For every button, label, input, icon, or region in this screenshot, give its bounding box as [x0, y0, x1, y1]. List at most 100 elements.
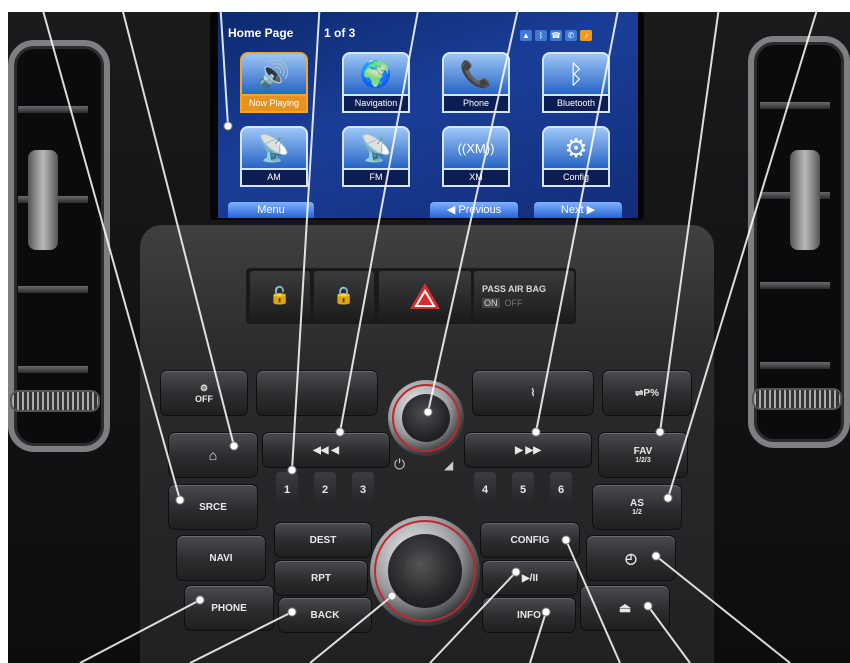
tile-config[interactable]: ⚙ Config	[542, 126, 610, 190]
info-button[interactable]: INFO	[482, 597, 576, 633]
preset-button-6[interactable]: 6	[550, 472, 572, 508]
home-button[interactable]: ⌂	[168, 432, 258, 478]
preset-button-3[interactable]: 3	[352, 472, 374, 508]
seek-forward-button[interactable]: ▶ ▶▶	[464, 432, 592, 468]
phone-status-icon: ☎	[550, 30, 562, 41]
lock-button[interactable]: 🔒	[314, 271, 374, 321]
arrow-right-icon: ▶	[583, 204, 596, 216]
tile-navigation[interactable]: 🌍 Navigation	[342, 52, 410, 116]
fav-label: FAV	[633, 446, 653, 457]
park-assist-button[interactable]: ⇌ P%	[602, 370, 692, 416]
as-sub-label: 1/2	[632, 509, 642, 516]
preset-button-2[interactable]: 2	[314, 472, 336, 508]
eject-button[interactable]: ⏏	[580, 585, 670, 631]
tile-label: XM	[442, 170, 510, 187]
left-vent-wheel[interactable]	[10, 390, 100, 412]
tile-bluetooth[interactable]: ᛒ Bluetooth	[542, 52, 610, 116]
tile-phone[interactable]: 📞 Phone	[442, 52, 510, 116]
page-title: Home Page	[228, 26, 294, 40]
tile-label: Config	[542, 170, 610, 187]
traction-icon: ⚙	[199, 382, 209, 393]
tile-am[interactable]: 📡 AM	[240, 126, 308, 190]
seek-back-icon: ◀◀ ◀	[313, 444, 339, 456]
page-counter: 1 of 3	[324, 26, 356, 40]
bluetooth-icon: ᛒ	[542, 52, 610, 96]
home-icon: ⌂	[208, 447, 218, 463]
unlock-icon: 🔓	[269, 286, 291, 305]
phone-icon: 📞	[442, 52, 510, 96]
next-label: Next	[560, 204, 584, 216]
phone-status-icon: ✆	[565, 30, 577, 41]
antenna-icon: 📡	[240, 126, 308, 170]
seek-back-button[interactable]: ◀◀ ◀	[262, 432, 390, 468]
car-center-stack: Home Page 1 of 3 ▲ ᛒ ☎ ✆ ♪ 🔊 Now Playing 🌍 Navi…	[0, 0, 850, 663]
navi-button[interactable]: NAVI	[176, 535, 266, 581]
bluetooth-status-icon: ᛒ	[535, 30, 547, 41]
clock-button[interactable]: ◴	[586, 535, 676, 581]
tile-now-playing[interactable]: 🔊 Now Playing	[240, 52, 308, 116]
eject-icon: ⏏	[618, 600, 632, 615]
fav-sub-label: 1/2/3	[635, 457, 651, 464]
off-label: OFF	[195, 393, 213, 404]
tile-label: FM	[342, 170, 410, 187]
traction-off-button[interactable]: ⚙ OFF	[160, 370, 248, 416]
hazard-icon	[410, 283, 440, 309]
defrost-icon: ⌇	[530, 387, 536, 399]
favorites-button[interactable]: FAV 1/2/3	[598, 432, 688, 478]
destination-button[interactable]: DEST	[274, 522, 372, 558]
tile-label: AM	[240, 170, 308, 187]
config-button[interactable]: CONFIG	[480, 522, 580, 558]
next-button[interactable]: Next ▶	[534, 202, 622, 218]
previous-button[interactable]: ◀ Previous	[430, 202, 518, 218]
touchscreen: Home Page 1 of 3 ▲ ᛒ ☎ ✆ ♪ 🔊 Now Playing 🌍 Navi…	[218, 12, 638, 218]
volume-icon: ◢	[444, 458, 454, 472]
tile-label: Navigation	[342, 96, 410, 113]
screen-header: Home Page 1 of 3 ▲ ᛒ ☎ ✆ ♪	[218, 12, 638, 42]
airbag-off: OFF	[504, 298, 523, 308]
seek-forward-icon: ▶ ▶▶	[515, 444, 541, 456]
lock-icon: 🔒	[333, 286, 355, 305]
airbag-indicator: PASS AIR BAG ON OFF	[474, 271, 574, 321]
preset-button-1[interactable]: 1	[276, 472, 298, 508]
park-assist-icon: ⇌	[635, 387, 644, 399]
status-icons: ▲ ᛒ ☎ ✆ ♪	[520, 25, 595, 43]
blank-left-button[interactable]	[256, 370, 378, 416]
autostore-button[interactable]: AS 1/2	[592, 484, 682, 530]
play-pause-icon: ▶/II	[521, 572, 539, 584]
orange-status-icon: ♪	[580, 30, 592, 41]
back-button[interactable]: BACK	[278, 597, 372, 633]
park-assist-label: P%	[643, 387, 659, 399]
signal-icon: ▲	[520, 30, 532, 41]
right-vent-wheel[interactable]	[752, 388, 842, 410]
play-pause-button[interactable]: ▶/II	[482, 560, 578, 596]
left-vent-tab[interactable]	[28, 150, 58, 250]
tile-label: Bluetooth	[542, 96, 610, 113]
menu-knob-center[interactable]	[404, 550, 446, 592]
preset-button-4[interactable]: 4	[474, 472, 496, 508]
tile-label: Phone	[442, 96, 510, 113]
tile-fm[interactable]: 📡 FM	[342, 126, 410, 190]
menu-button[interactable]: Menu	[228, 202, 314, 218]
right-vent-tab[interactable]	[790, 150, 820, 250]
tile-label: Now Playing	[240, 96, 308, 113]
unlock-button[interactable]: 🔓	[250, 271, 310, 321]
antenna-icon: 📡	[342, 126, 410, 170]
previous-label: Previous	[458, 204, 502, 216]
airbag-on: ON	[482, 298, 500, 308]
clock-icon: ◴	[624, 549, 638, 566]
globe-icon: 🌍	[342, 52, 410, 96]
power-icon: ⏻	[394, 456, 406, 472]
heated-windshield-button[interactable]: ⌇	[472, 370, 594, 416]
arrow-left-icon: ◀	[446, 204, 459, 216]
tile-xm[interactable]: ((XM)) XM	[442, 126, 510, 190]
xm-icon: ((XM))	[442, 126, 510, 170]
speaker-icon: 🔊	[240, 52, 308, 96]
repeat-button[interactable]: RPT	[274, 560, 368, 596]
preset-button-5[interactable]: 5	[512, 472, 534, 508]
hazard-button[interactable]	[379, 271, 471, 321]
source-button[interactable]: SRCE	[168, 484, 258, 530]
airbag-label: PASS AIR BAG	[482, 284, 547, 294]
phone-button[interactable]: PHONE	[184, 585, 274, 631]
volume-knob-cap[interactable]	[402, 394, 450, 442]
as-label: AS	[630, 498, 644, 509]
